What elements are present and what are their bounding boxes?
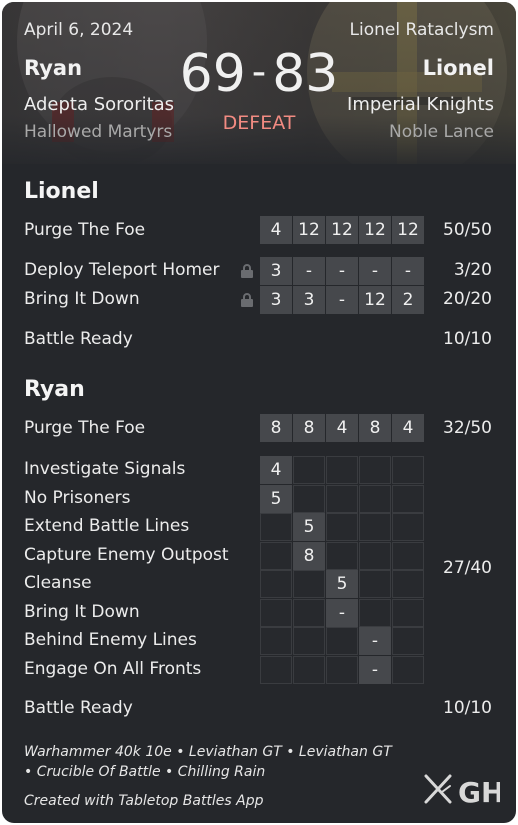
empty-round-cell: [392, 513, 424, 541]
app-logo: GH: [424, 774, 500, 808]
secondary-label: Investigate Signals: [24, 459, 186, 479]
empty-round-cell: [260, 513, 292, 541]
round-cell: -: [293, 257, 325, 285]
round-cell: 12: [359, 216, 391, 244]
player2-score: 83: [272, 44, 339, 104]
empty-round-cell: [392, 570, 424, 598]
empty-round-cell: [260, 570, 292, 598]
empty-round-cell: [392, 599, 424, 627]
secondary-label: Deploy Teleport Homer: [24, 260, 220, 280]
secondary-total: 3/20: [453, 260, 492, 280]
round-cell: -: [359, 257, 391, 285]
section-title-lionel: Lionel: [24, 179, 99, 204]
lock-icon: [241, 264, 253, 278]
secondary-label: Cleanse: [24, 573, 92, 593]
round-cell: 3: [260, 286, 292, 314]
round-cell: 4: [326, 414, 358, 442]
empty-round-cell: [293, 627, 325, 655]
secondary-label: Bring It Down: [24, 602, 140, 622]
empty-round-cell: [293, 570, 325, 598]
empty-round-cell: [359, 599, 391, 627]
secondary-label: No Prisoners: [24, 488, 131, 508]
empty-round-cell: [392, 627, 424, 655]
round-cell: 8: [293, 542, 325, 570]
player1-score: 69: [179, 44, 246, 104]
empty-round-cell: [326, 513, 358, 541]
empty-round-cell: [392, 485, 424, 513]
empty-round-cell: [359, 570, 391, 598]
empty-round-cell: [260, 599, 292, 627]
round-cell: 8: [260, 414, 292, 442]
primary-total: 32/50: [443, 418, 492, 438]
round-cell: -: [359, 627, 391, 655]
empty-round-cell: [326, 456, 358, 484]
empty-round-cell: [359, 485, 391, 513]
round-cell: 12: [293, 216, 325, 244]
result-badge: DEFEAT: [222, 112, 296, 134]
app-credit: Created with Tabletop Battles App: [24, 793, 264, 809]
round-cell: 5: [326, 570, 358, 598]
empty-round-cell: [359, 456, 391, 484]
round-cell: 12: [326, 216, 358, 244]
round-cell: 12: [359, 286, 391, 314]
secondary-label: Bring It Down: [24, 289, 140, 309]
secondary-label: Capture Enemy Outpost: [24, 545, 229, 565]
empty-round-cell: [260, 542, 292, 570]
round-cell: -: [392, 257, 424, 285]
empty-round-cell: [392, 542, 424, 570]
round-cell: 3: [260, 257, 292, 285]
round-cell: 4: [260, 456, 292, 484]
secondary-total: 20/20: [443, 289, 492, 309]
round-cell: 8: [293, 414, 325, 442]
empty-round-cell: [260, 656, 292, 684]
battle-ready-total: 10/10: [443, 698, 492, 718]
round-cell: -: [359, 656, 391, 684]
crossed-swords-icon: [424, 774, 452, 804]
round-cell: 12: [392, 216, 424, 244]
empty-round-cell: [293, 456, 325, 484]
empty-round-cell: [359, 513, 391, 541]
section-title-ryan: Ryan: [24, 377, 85, 402]
round-cell: 8: [359, 414, 391, 442]
round-cell: 5: [260, 485, 292, 513]
empty-round-cell: [293, 656, 325, 684]
battle-ready-label: Battle Ready: [24, 329, 133, 349]
game-details: Warhammer 40k 10e • Leviathan GT • Levia…: [24, 744, 392, 760]
round-cell: -: [326, 257, 358, 285]
event-name: Lionel Rataclysm: [349, 20, 494, 40]
round-cell: -: [326, 599, 358, 627]
round-cell: 2: [392, 286, 424, 314]
primary-label: Purge The Foe: [24, 418, 146, 438]
round-cell: 5: [293, 513, 325, 541]
battle-date: April 6, 2024: [24, 20, 134, 40]
empty-round-cell: [326, 485, 358, 513]
primary-label: Purge The Foe: [24, 220, 146, 240]
battle-report-card: April 6, 2024 Lionel Rataclysm Ryan Lion…: [2, 2, 516, 823]
primary-total: 50/50: [443, 220, 492, 240]
score-separator: -: [251, 49, 267, 95]
empty-round-cell: [260, 627, 292, 655]
empty-round-cell: [326, 656, 358, 684]
empty-round-cell: [293, 599, 325, 627]
empty-round-cell: [359, 542, 391, 570]
secondary-total: 27/40: [443, 558, 492, 578]
secondary-label: Engage On All Fronts: [24, 659, 202, 679]
empty-round-cell: [392, 656, 424, 684]
lock-icon: [241, 293, 253, 307]
secondary-label: Extend Battle Lines: [24, 516, 190, 536]
logo-text: GH: [458, 776, 500, 808]
game-details-continued: • Crucible Of Battle • Chilling Rain: [24, 764, 266, 780]
round-cell: 4: [260, 216, 292, 244]
empty-round-cell: [392, 456, 424, 484]
empty-round-cell: [326, 627, 358, 655]
secondary-label: Behind Enemy Lines: [24, 630, 197, 650]
empty-round-cell: [326, 542, 358, 570]
round-cell: 4: [392, 414, 424, 442]
battle-ready-total: 10/10: [443, 329, 492, 349]
empty-round-cell: [293, 485, 325, 513]
round-cell: 3: [293, 286, 325, 314]
round-cell: -: [326, 286, 358, 314]
battle-ready-label: Battle Ready: [24, 698, 133, 718]
